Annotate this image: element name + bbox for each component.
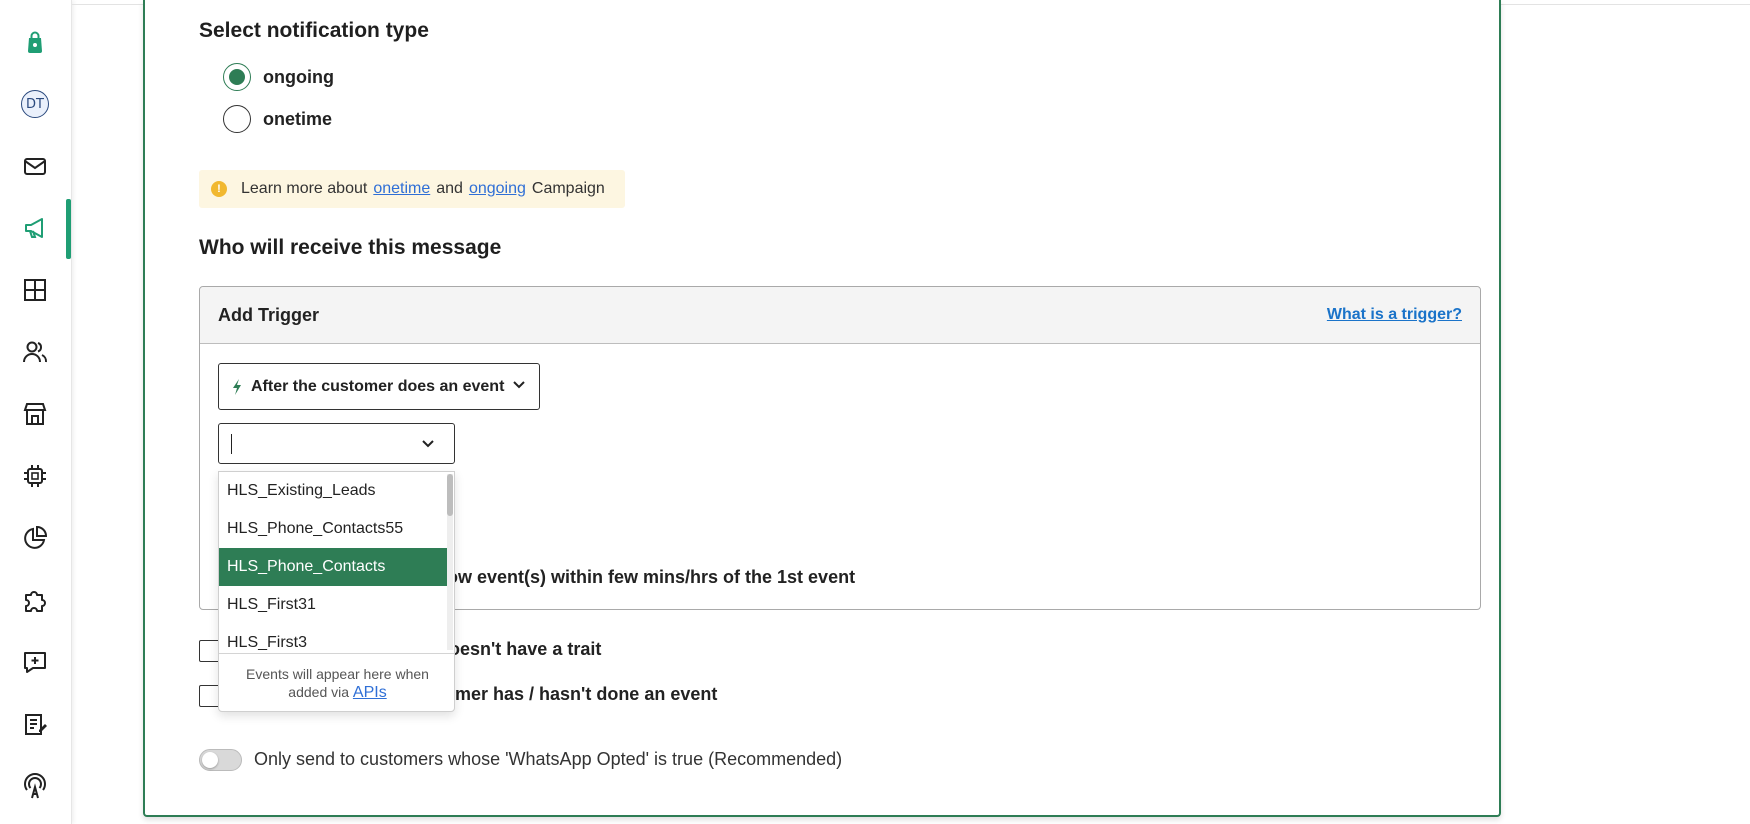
onetime-link[interactable]: onetime: [373, 180, 430, 198]
list-item[interactable]: HLS_First3: [219, 624, 448, 652]
add-message-icon[interactable]: [14, 641, 56, 683]
dropdown-options: HLS_Existing_Leads HLS_Phone_Contacts55 …: [219, 472, 448, 652]
info-suffix: Campaign: [531, 180, 605, 197]
sidebar: DT: [0, 0, 72, 824]
megaphone-icon[interactable]: [14, 207, 56, 249]
audience-title: Who will receive this message: [199, 236, 502, 259]
followup-option-text: ow event(s) within few mins/hrs of the 1…: [447, 567, 856, 587]
grid-icon[interactable]: [14, 269, 56, 311]
ongoing-link[interactable]: ongoing: [469, 180, 526, 198]
chevron-down-icon: [513, 381, 525, 389]
trigger-type-label: After the customer does an event: [251, 377, 505, 395]
radio-onetime-control[interactable]: [223, 105, 251, 133]
radio-onetime-label: onetime: [263, 108, 333, 129]
list-item[interactable]: HLS_Phone_Contacts: [219, 548, 448, 586]
trigger-header: Add Trigger What is a trigger?: [200, 287, 1480, 344]
radio-ongoing-label: ongoing: [263, 66, 334, 87]
scrollbar-thumb[interactable]: [447, 474, 453, 516]
event-dropdown-list: HLS_Existing_Leads HLS_Phone_Contacts55 …: [218, 471, 455, 712]
whatsapp-opted-label: Only send to customers whose 'WhatsApp O…: [254, 749, 843, 769]
users-icon[interactable]: [14, 331, 56, 373]
chevron-down-icon: [422, 440, 434, 448]
avatar-initials: DT: [21, 90, 49, 118]
trigger-type-dropdown[interactable]: After the customer does an event: [218, 363, 540, 410]
radio-ongoing[interactable]: ongoing: [223, 63, 334, 91]
info-icon: !: [211, 181, 227, 197]
trigger-title: Add Trigger: [218, 304, 320, 325]
event-checkbox-label: omer has / hasn't done an event: [444, 684, 718, 704]
list-item[interactable]: HLS_Phone_Contacts55: [219, 510, 448, 548]
shopping-bag-icon[interactable]: [14, 21, 56, 63]
what-is-trigger-link[interactable]: What is a trigger?: [1327, 306, 1462, 324]
radio-ongoing-control[interactable]: [223, 63, 251, 91]
mail-icon[interactable]: [14, 145, 56, 187]
clipboard-edit-icon[interactable]: [14, 703, 56, 745]
trait-checkbox-label: oesn't have a trait: [449, 639, 602, 659]
chip-icon[interactable]: [14, 455, 56, 497]
info-prefix: Learn more about: [241, 180, 368, 197]
info-banner: ! Learn more about onetime and ongoing C…: [199, 170, 625, 208]
list-item[interactable]: HLS_Existing_Leads: [219, 472, 448, 510]
avatar[interactable]: DT: [14, 83, 56, 125]
list-item[interactable]: HLS_First31: [219, 586, 448, 624]
store-icon[interactable]: [14, 393, 56, 435]
info-middle: and: [436, 180, 463, 197]
lightning-icon: [233, 378, 241, 395]
radio-onetime[interactable]: onetime: [223, 105, 332, 133]
dropdown-footer-text: Events will appear here when added via: [246, 666, 429, 700]
sidebar-active-indicator: [66, 199, 71, 259]
whatsapp-opted-toggle[interactable]: [199, 749, 242, 771]
pie-chart-icon[interactable]: [14, 517, 56, 559]
text-caret: [231, 434, 232, 454]
apis-link[interactable]: APIs: [353, 684, 387, 701]
puzzle-icon[interactable]: [14, 579, 56, 621]
broadcast-icon[interactable]: [14, 765, 56, 807]
event-select-input[interactable]: [218, 423, 455, 464]
dropdown-footer: Events will appear here when added via A…: [219, 653, 454, 711]
dropdown-scrollbar[interactable]: [447, 474, 453, 650]
notification-type-title: Select notification type: [199, 19, 429, 42]
